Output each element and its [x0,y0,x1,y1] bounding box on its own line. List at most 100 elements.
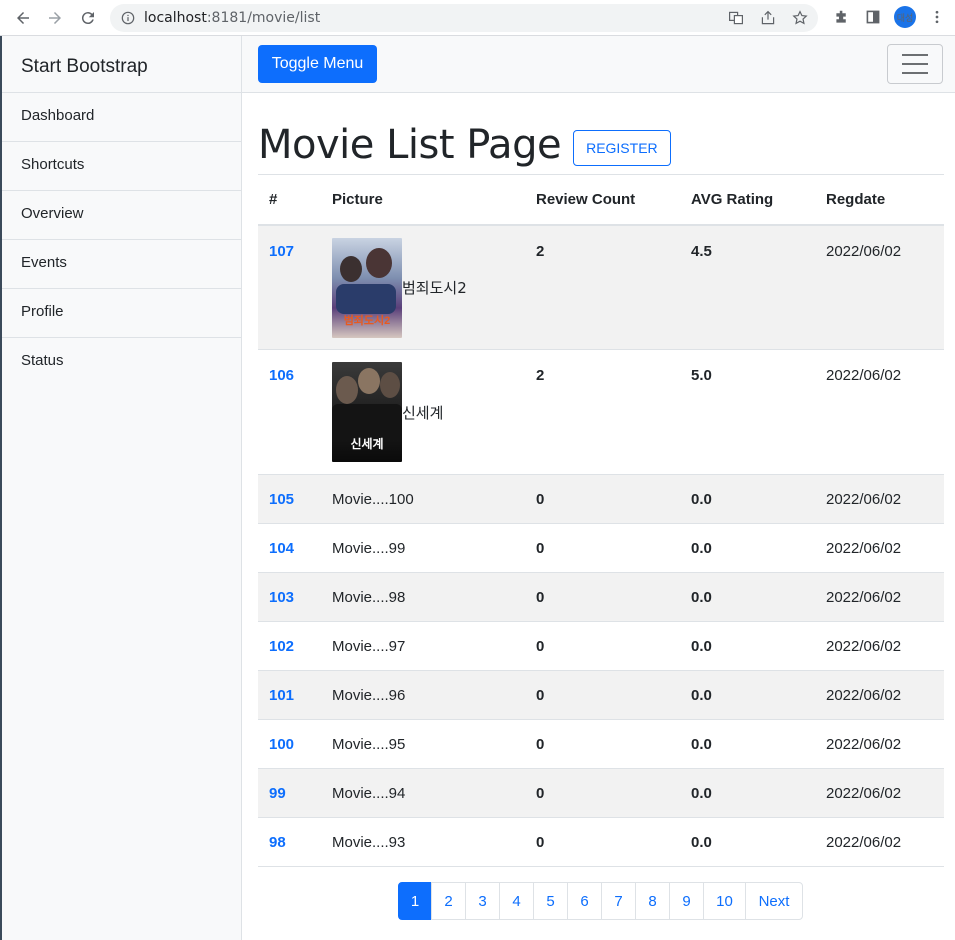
browser-toolbar: localhost:8181/movie/list 대성 [0,0,955,36]
regdate: 2022/06/02 [815,474,944,524]
back-icon[interactable] [10,5,36,31]
movie-title[interactable]: Movie....96 [321,670,525,720]
movie-number-link[interactable]: 103 [258,572,321,622]
title-row: Movie List Page REGISTER [258,120,671,170]
review-count: 2 [525,349,680,475]
regdate: 2022/06/02 [815,349,944,475]
avg-rating: 0.0 [680,474,815,524]
review-count: 0 [525,768,680,818]
page-link-7[interactable]: 7 [601,882,636,920]
menu-kebab-icon[interactable] [926,6,948,28]
navbar-toggler-icon[interactable] [887,44,943,84]
url-path: :8181/movie/list [206,10,321,26]
page-link-6[interactable]: 6 [567,882,602,920]
extensions-icon[interactable] [830,6,852,28]
url-host: localhost [144,10,207,26]
avg-rating: 0.0 [680,523,815,573]
sidebar-item-dashboard[interactable]: Dashboard [2,93,241,142]
page-link-4[interactable]: 4 [499,882,534,920]
review-count: 2 [525,224,680,350]
forward-icon[interactable] [42,5,68,31]
table-row: 98 Movie....93 0 0.0 2022/06/02 [258,817,944,867]
page-link-9[interactable]: 9 [669,882,704,920]
sidebar: Start Bootstrap Dashboard Shortcuts Over… [0,36,242,940]
table-header-row: # Picture Review Count AVG Rating Regdat… [258,174,944,226]
picture-cell: 범죄도시2 범죄도시2 [321,224,525,350]
movie-number-link[interactable]: 101 [258,670,321,720]
movie-poster-image[interactable]: 신세계 [332,362,402,462]
regdate: 2022/06/02 [815,572,944,622]
table-row: 106 신세계 신세계 2 5.0 2022/06/02 [258,349,944,475]
page-link-3[interactable]: 3 [465,882,500,920]
movie-title[interactable]: 범죄도시2 [402,277,467,298]
sidebar-item-status[interactable]: Status [2,338,241,387]
reload-icon[interactable] [75,5,101,31]
page-link-8[interactable]: 8 [635,882,670,920]
avg-rating: 0.0 [680,719,815,769]
table-row: 101 Movie....96 0 0.0 2022/06/02 [258,670,944,720]
movie-table: # Picture Review Count AVG Rating Regdat… [258,174,944,867]
movie-title[interactable]: Movie....98 [321,572,525,622]
table-row: 99 Movie....94 0 0.0 2022/06/02 [258,768,944,818]
url-text: localhost:8181/movie/list [144,10,320,26]
side-panel-icon[interactable] [862,6,884,28]
avg-rating: 4.5 [680,224,815,350]
header-num: # [258,174,321,226]
avg-rating: 0.0 [680,768,815,818]
header-avg-rating: AVG Rating [680,174,815,226]
regdate: 2022/06/02 [815,224,944,350]
movie-number-link[interactable]: 99 [258,768,321,818]
table-row: 102 Movie....97 0 0.0 2022/06/02 [258,621,944,671]
movie-number-link[interactable]: 104 [258,523,321,573]
sidebar-item-overview[interactable]: Overview [2,191,241,240]
page-link-10[interactable]: 10 [703,882,746,920]
sidebar-item-profile[interactable]: Profile [2,289,241,338]
avg-rating: 0.0 [680,621,815,671]
regdate: 2022/06/02 [815,621,944,671]
movie-number-link[interactable]: 98 [258,817,321,867]
page-title: Movie List Page [258,122,562,168]
movie-title[interactable]: Movie....94 [321,768,525,818]
translate-icon[interactable] [726,8,746,28]
movie-title[interactable]: 신세계 [402,402,443,423]
movie-number-link[interactable]: 106 [258,349,321,475]
header-picture: Picture [321,174,525,226]
movie-poster-image[interactable]: 범죄도시2 [332,237,402,338]
avg-rating: 5.0 [680,349,815,475]
review-count: 0 [525,572,680,622]
share-icon[interactable] [758,8,778,28]
address-bar[interactable]: localhost:8181/movie/list [110,4,818,32]
movie-title[interactable]: Movie....95 [321,719,525,769]
table-row: 100 Movie....95 0 0.0 2022/06/02 [258,719,944,769]
sidebar-item-shortcuts[interactable]: Shortcuts [2,142,241,191]
site-info-icon[interactable] [120,10,136,26]
bookmark-star-icon[interactable] [790,8,810,28]
review-count: 0 [525,523,680,573]
movie-number-link[interactable]: 100 [258,719,321,769]
movie-number-link[interactable]: 105 [258,474,321,524]
regdate: 2022/06/02 [815,670,944,720]
table-row: 104 Movie....99 0 0.0 2022/06/02 [258,523,944,573]
toggle-menu-button[interactable]: Toggle Menu [258,45,377,83]
register-button[interactable]: REGISTER [573,130,671,166]
movie-title[interactable]: Movie....93 [321,817,525,867]
page-link-1[interactable]: 1 [398,882,432,920]
review-count: 0 [525,474,680,524]
header-regdate: Regdate [815,174,944,226]
movie-number-link[interactable]: 107 [258,224,321,350]
next-page-link[interactable]: Next [745,882,803,920]
movie-number-link[interactable]: 102 [258,621,321,671]
review-count: 0 [525,670,680,720]
page-link-2[interactable]: 2 [431,882,466,920]
avg-rating: 0.0 [680,670,815,720]
sidebar-item-events[interactable]: Events [2,240,241,289]
review-count: 0 [525,719,680,769]
page-link-5[interactable]: 5 [533,882,568,920]
movie-title[interactable]: Movie....100 [321,474,525,524]
avg-rating: 0.0 [680,817,815,867]
sidebar-brand[interactable]: Start Bootstrap [2,36,241,93]
movie-title[interactable]: Movie....97 [321,621,525,671]
profile-avatar[interactable]: 대성 [894,6,916,28]
poster-title: 신세계 [350,437,384,451]
movie-title[interactable]: Movie....99 [321,523,525,573]
